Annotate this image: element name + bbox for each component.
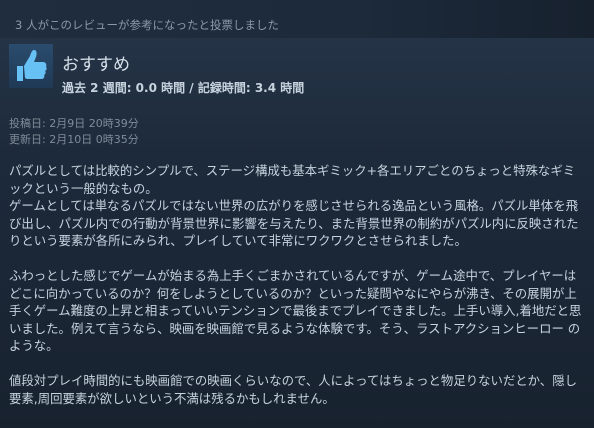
review-body: パズルとしては比較的シンプルで、ステージ構成も基本ギミック+各エリアごとのちょっ… — [9, 162, 587, 407]
review-paragraph: ゲームとしては単なるパズルではない世界の広がりを感じさせられる逸品という風格。パ… — [9, 198, 579, 248]
updated-date: 更新日: 2月10日 0時35分 — [9, 133, 139, 146]
thumbs-up-icon — [9, 44, 53, 88]
recommendation-title: おすすめ — [62, 55, 130, 75]
playtime-info: 過去 2 週間: 0.0 時間 / 記録時間: 3.4 時間 — [62, 81, 305, 95]
helpful-count: 3 人がこのレビューが参考になったと投票しました — [15, 18, 279, 32]
posted-date: 投稿日: 2月9日 20時39分 — [9, 117, 139, 130]
review-paragraph: ふわっとした感じでゲームが始まる為上手くごまかされているんですが、ゲーム途中で、… — [9, 268, 582, 353]
review-paragraph: 値段対プレイ時間的にも映画館での映画くらいなので、人によってはちょっと物足りない… — [9, 373, 577, 406]
review-paragraph: パズルとしては比較的シンプルで、ステージ構成も基本ギミック+各エリアごとのちょっ… — [9, 163, 576, 196]
helpful-bar: 3 人がこのレビューが参考になったと投票しました — [0, 0, 594, 38]
